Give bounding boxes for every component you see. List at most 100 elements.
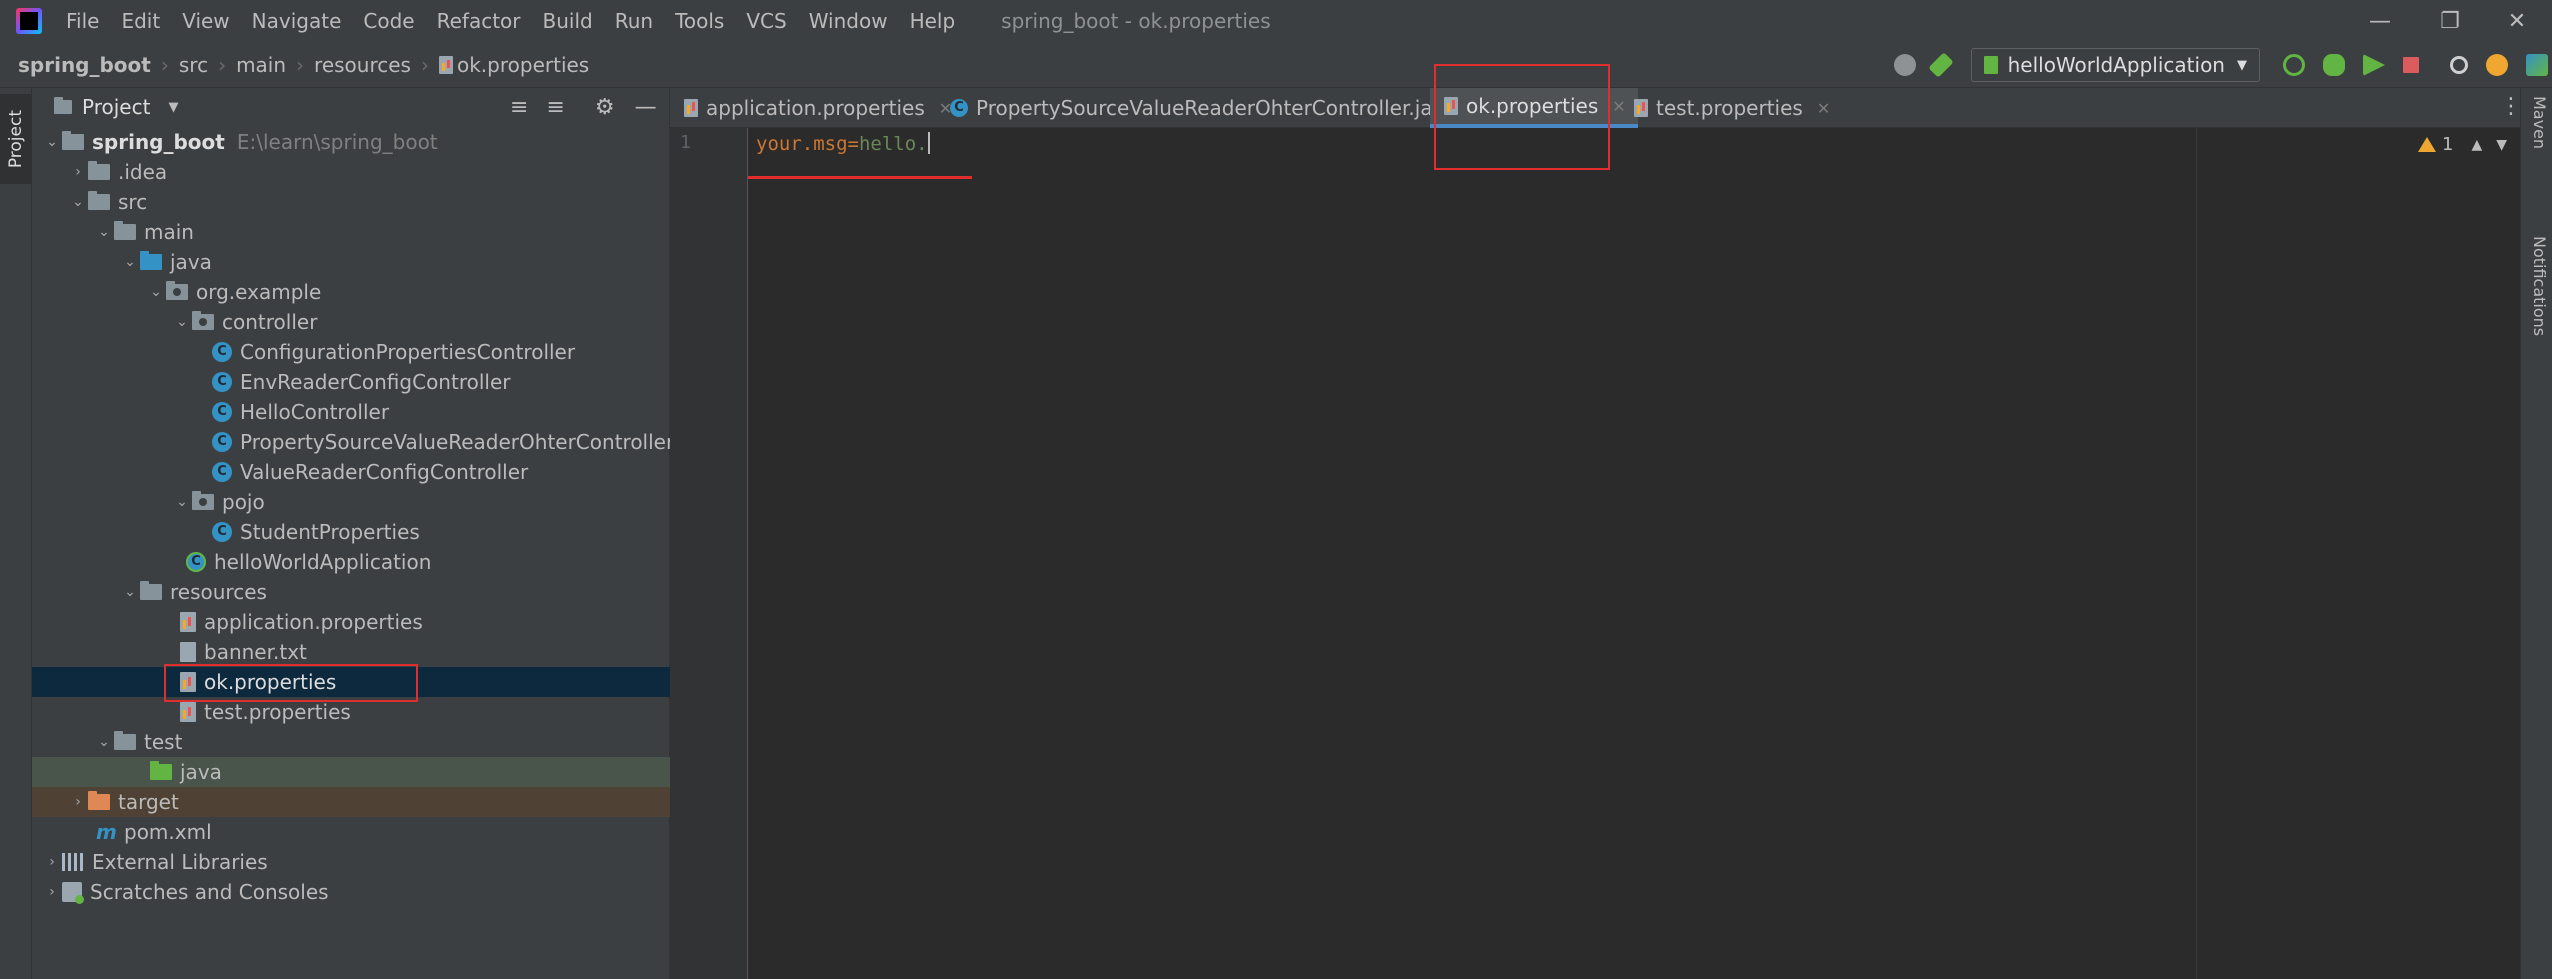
tab-label: test.properties bbox=[1656, 96, 1803, 120]
module-folder-icon bbox=[62, 131, 84, 150]
source-folder-icon bbox=[140, 251, 162, 270]
chevron-down-icon[interactable]: ⌄ bbox=[146, 284, 166, 300]
chevron-right-icon[interactable]: › bbox=[68, 794, 88, 810]
chevron-right-icon[interactable]: › bbox=[68, 164, 88, 180]
editor-gutter bbox=[670, 128, 748, 979]
menu-code[interactable]: Code bbox=[363, 9, 414, 33]
gear-icon[interactable]: ⚙ bbox=[595, 95, 615, 120]
breadcrumb-project[interactable]: spring_boot bbox=[18, 53, 151, 77]
tree-node-java[interactable]: ⌄ java bbox=[32, 247, 758, 277]
java-class-icon: C bbox=[212, 342, 232, 362]
chevron-down-icon[interactable]: ⌄ bbox=[172, 494, 192, 510]
tree-node-src[interactable]: ⌄ src bbox=[32, 187, 706, 217]
window-title: spring_boot - ok.properties bbox=[1001, 9, 1271, 33]
menu-file[interactable]: File bbox=[66, 9, 99, 33]
chevron-down-icon[interactable]: ⌄ bbox=[172, 314, 192, 330]
tree-label: target bbox=[118, 790, 179, 814]
rerun-icon[interactable] bbox=[2283, 54, 2305, 76]
chevron-down-icon[interactable]: ▼ bbox=[2496, 137, 2507, 153]
notifications-tool-tab[interactable]: Notifications bbox=[2530, 236, 2549, 336]
debug-bug-icon[interactable] bbox=[2323, 54, 2345, 76]
tree-node-resources[interactable]: ⌄ resources bbox=[32, 577, 758, 607]
breadcrumb-src[interactable]: src bbox=[179, 53, 208, 77]
chevron-right-icon[interactable]: › bbox=[42, 884, 62, 900]
chevron-right-icon[interactable]: › bbox=[42, 854, 62, 870]
right-tool-stripe bbox=[2520, 88, 2552, 979]
tree-node-test[interactable]: ⌄ test bbox=[32, 727, 732, 757]
chevron-down-icon[interactable]: ⌄ bbox=[120, 254, 140, 270]
project-tool-tab[interactable]: Project bbox=[0, 94, 32, 184]
chevron-down-icon[interactable]: ⌄ bbox=[94, 734, 114, 750]
right-margin-guide bbox=[2196, 128, 2197, 979]
inspection-widget[interactable]: 1 ▲ ▼ bbox=[2418, 134, 2507, 155]
close-tab-icon[interactable]: ✕ bbox=[1612, 97, 1625, 116]
breadcrumb-resources[interactable]: resources bbox=[314, 53, 411, 77]
menu-help[interactable]: Help bbox=[910, 9, 956, 33]
package-icon bbox=[192, 491, 214, 510]
chevron-up-icon[interactable]: ▲ bbox=[2471, 137, 2482, 153]
menu-view[interactable]: View bbox=[182, 9, 229, 33]
close-tab-icon[interactable]: ✕ bbox=[1817, 99, 1830, 118]
tree-label: .idea bbox=[118, 160, 168, 184]
tree-node-pom[interactable]: m pom.xml bbox=[32, 817, 734, 847]
tab-application-properties[interactable]: application.properties ✕ bbox=[684, 88, 952, 128]
package-icon bbox=[192, 311, 214, 330]
chevron-down-icon: ▼ bbox=[2237, 57, 2247, 73]
tree-node-scratches[interactable]: › Scratches and Consoles bbox=[32, 877, 680, 907]
collapse-all-icon[interactable]: ≡ bbox=[546, 95, 564, 120]
tree-node-external-libraries[interactable]: › External Libraries bbox=[32, 847, 680, 877]
maven-tool-tab[interactable]: Maven bbox=[2530, 96, 2549, 149]
close-window-icon[interactable]: ✕ bbox=[2482, 0, 2552, 42]
menu-run[interactable]: Run bbox=[615, 9, 653, 33]
tab-test-properties[interactable]: test.properties ✕ bbox=[1634, 88, 1830, 128]
user-icon[interactable] bbox=[1893, 54, 1916, 76]
project-tool-label: Project bbox=[6, 109, 26, 169]
tree-label: java bbox=[170, 250, 212, 274]
annotation-box-tab bbox=[1434, 64, 1610, 170]
update-icon[interactable] bbox=[2486, 54, 2508, 76]
breadcrumb-separator-icon: › bbox=[420, 53, 429, 77]
tree-node-target[interactable]: › target bbox=[32, 787, 706, 817]
menu-refactor[interactable]: Refactor bbox=[437, 9, 521, 33]
plugin-icon[interactable] bbox=[2526, 54, 2548, 76]
project-view-dropdown-icon[interactable]: ▼ bbox=[168, 100, 178, 115]
chevron-down-icon[interactable]: ⌄ bbox=[94, 224, 114, 240]
tree-label: resources bbox=[170, 580, 267, 604]
code-line[interactable]: your.msg=hello. bbox=[756, 132, 930, 155]
menu-navigate[interactable]: Navigate bbox=[252, 9, 342, 33]
menu-vcs[interactable]: VCS bbox=[746, 9, 786, 33]
menu-edit[interactable]: Edit bbox=[121, 9, 160, 33]
tree-node-main[interactable]: ⌄ main bbox=[32, 217, 732, 247]
breadcrumb: spring_boot › src › main › resources › ok.pr… bbox=[18, 42, 589, 88]
hide-panel-icon[interactable]: — bbox=[635, 95, 657, 120]
chevron-down-icon[interactable]: ⌄ bbox=[42, 134, 62, 150]
properties-file-icon bbox=[180, 612, 196, 632]
test-source-folder-icon bbox=[150, 761, 172, 780]
menu-build[interactable]: Build bbox=[543, 9, 593, 33]
warning-count: 1 bbox=[2442, 134, 2454, 155]
tree-node-idea[interactable]: › .idea bbox=[32, 157, 706, 187]
run-config-select[interactable]: helloWorldApplication ▼ bbox=[1970, 48, 2260, 82]
search-icon[interactable] bbox=[2450, 56, 2468, 74]
menu-window[interactable]: Window bbox=[809, 9, 888, 33]
breadcrumb-main[interactable]: main bbox=[236, 53, 286, 77]
run-coverage-icon[interactable] bbox=[2363, 54, 2385, 76]
tree-node-root[interactable]: ⌄ spring_boot E:\learn\spring_boot bbox=[32, 127, 680, 157]
restore-icon[interactable]: ❐ bbox=[2415, 0, 2485, 42]
code-editor[interactable] bbox=[670, 128, 2520, 979]
tree-label: src bbox=[118, 190, 148, 214]
chevron-down-icon[interactable]: ⌄ bbox=[68, 194, 88, 210]
minimize-icon[interactable]: — bbox=[2345, 0, 2415, 42]
breadcrumb-file[interactable]: ok.properties bbox=[457, 53, 589, 77]
menu-tools[interactable]: Tools bbox=[675, 9, 724, 33]
build-hammer-icon[interactable] bbox=[1927, 52, 1954, 78]
project-view-title[interactable]: Project bbox=[82, 95, 150, 119]
chevron-down-icon[interactable]: ⌄ bbox=[120, 584, 140, 600]
expand-all-icon[interactable]: ≡ bbox=[510, 95, 528, 120]
tab-controller-java[interactable]: C PropertySourceValueReaderOhterControll… bbox=[950, 88, 1484, 128]
tree-label: main bbox=[144, 220, 194, 244]
tree-label: application.properties bbox=[204, 610, 423, 634]
more-tabs-icon[interactable]: ⋮ bbox=[2500, 94, 2522, 119]
line-number: 1 bbox=[680, 132, 691, 153]
stop-icon[interactable] bbox=[2403, 57, 2419, 73]
